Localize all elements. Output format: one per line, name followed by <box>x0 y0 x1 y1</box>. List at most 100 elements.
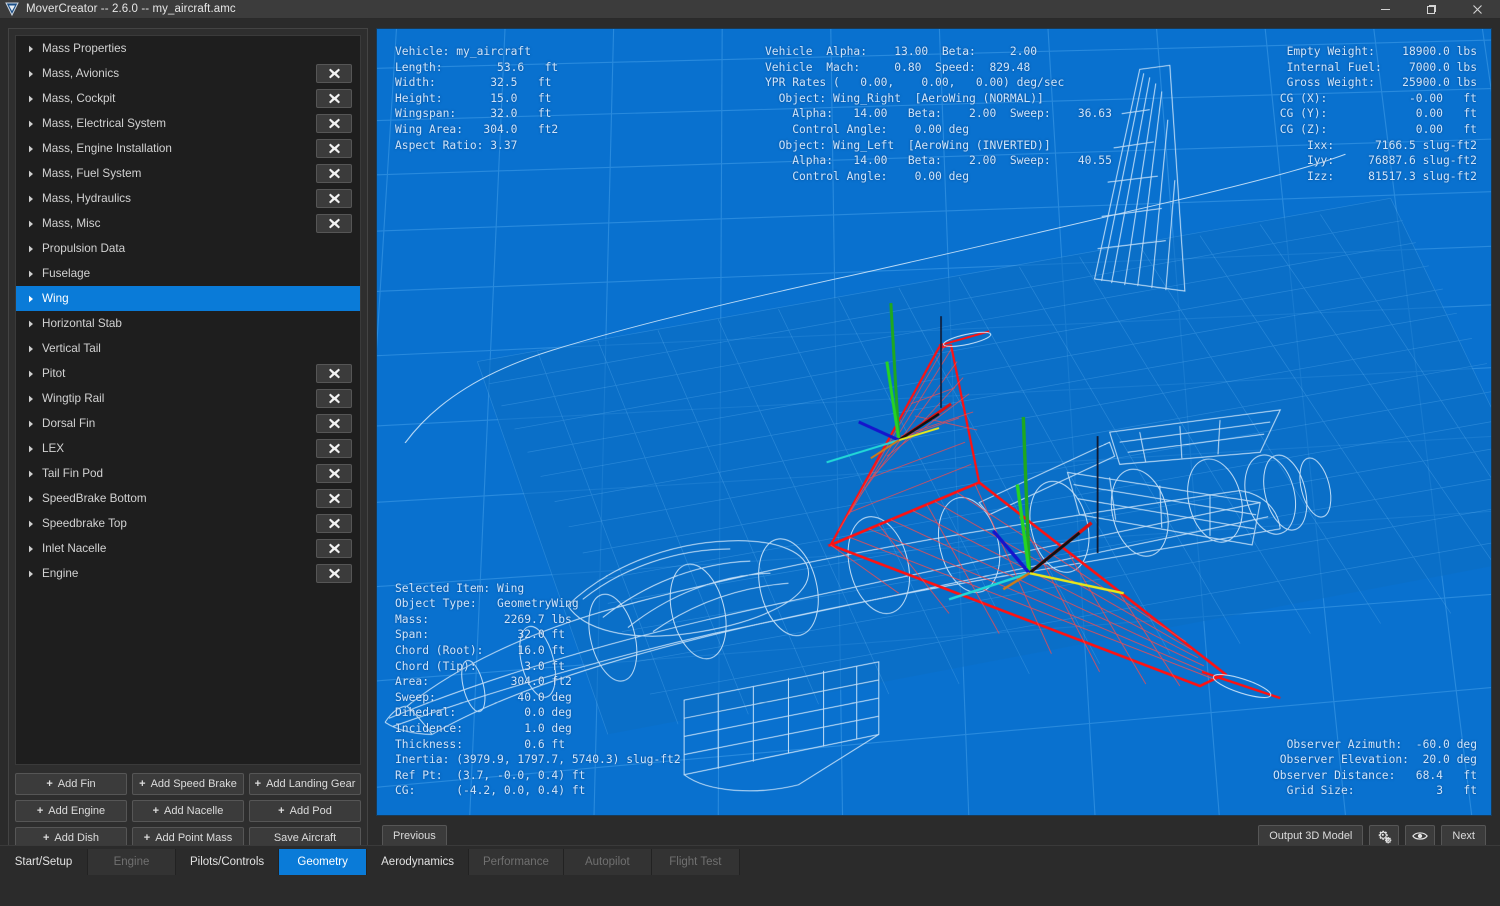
tab-start-setup[interactable]: Start/Setup <box>0 849 88 875</box>
tree-item-wing[interactable]: Wing <box>16 286 360 311</box>
chevron-right-icon[interactable] <box>26 342 40 356</box>
chevron-right-icon[interactable] <box>26 142 40 156</box>
component-tree[interactable]: Mass Properties Mass, Avionics Mass, Cockp… <box>15 35 361 765</box>
previous-button[interactable]: Previous <box>382 825 447 847</box>
tab-engine: Engine <box>88 849 176 875</box>
delete-x-icon[interactable] <box>316 214 352 233</box>
tab-pilots-controls[interactable]: Pilots/Controls <box>176 849 280 875</box>
chevron-right-icon[interactable] <box>26 67 40 81</box>
delete-x-icon[interactable] <box>316 539 352 558</box>
tree-item-lex[interactable]: LEX <box>16 436 360 461</box>
add-landing-gear-button[interactable]: + Add Landing Gear <box>249 773 361 795</box>
eye-icon[interactable] <box>1405 825 1436 847</box>
close-icon[interactable] <box>1454 0 1500 19</box>
tree-item-pitot[interactable]: Pitot <box>16 361 360 386</box>
tree-item-mass-properties[interactable]: Mass Properties <box>16 36 360 61</box>
delete-x-icon[interactable] <box>316 164 352 183</box>
delete-x-icon[interactable] <box>316 464 352 483</box>
tree-item-mass-hydraulics[interactable]: Mass, Hydraulics <box>16 186 360 211</box>
add-speed-brake-button[interactable]: + Add Speed Brake <box>132 773 244 795</box>
chevron-right-icon[interactable] <box>26 467 40 481</box>
tab-flight-test: Flight Test <box>651 849 740 875</box>
tree-item-engine[interactable]: Engine <box>16 561 360 586</box>
chevron-right-icon[interactable] <box>26 517 40 531</box>
tree-item-dorsal-fin[interactable]: Dorsal Fin <box>16 411 360 436</box>
delete-x-icon[interactable] <box>316 514 352 533</box>
tab-autopilot: Autopilot <box>563 849 652 875</box>
delete-x-icon[interactable] <box>316 439 352 458</box>
button-label: Add Point Mass <box>155 832 233 844</box>
chevron-right-icon[interactable] <box>26 492 40 506</box>
3d-viewport[interactable]: Vehicle: my_aircraft Length: 53.6 ft Wid… <box>376 28 1492 816</box>
tree-item-inlet-nacelle[interactable]: Inlet Nacelle <box>16 536 360 561</box>
tree-item-label: Pitot <box>42 367 66 380</box>
tree-item-label: LEX <box>42 442 65 455</box>
delete-x-icon[interactable] <box>316 364 352 383</box>
tree-item-speedbrake-bottom[interactable]: SpeedBrake Bottom <box>16 486 360 511</box>
delete-x-icon[interactable] <box>316 564 352 583</box>
chevron-right-icon[interactable] <box>26 567 40 581</box>
plus-icon: + <box>143 831 151 844</box>
chevron-right-icon[interactable] <box>26 217 40 231</box>
add-nacelle-button[interactable]: + Add Nacelle <box>132 800 244 822</box>
output-3d-model-button[interactable]: Output 3D Model <box>1258 825 1364 847</box>
chevron-right-icon[interactable] <box>26 167 40 181</box>
window-controls <box>1362 0 1500 19</box>
delete-x-icon[interactable] <box>316 64 352 83</box>
tree-item-wingtip-rail[interactable]: Wingtip Rail <box>16 386 360 411</box>
chevron-right-icon[interactable] <box>26 442 40 456</box>
tree-item-horizontal-stab[interactable]: Horizontal Stab <box>16 311 360 336</box>
delete-x-icon[interactable] <box>316 389 352 408</box>
chevron-right-icon[interactable] <box>26 317 40 331</box>
delete-x-icon[interactable] <box>316 489 352 508</box>
chevron-right-icon[interactable] <box>26 542 40 556</box>
tree-item-speedbrake-top[interactable]: Speedbrake Top <box>16 511 360 536</box>
delete-x-icon[interactable] <box>316 114 352 133</box>
tree-item-label: Engine <box>42 567 79 580</box>
add-engine-button[interactable]: + Add Engine <box>15 800 127 822</box>
window-titlebar: MoverCreator -- 2.6.0 -- my_aircraft.amc <box>0 0 1500 19</box>
chevron-right-icon[interactable] <box>26 92 40 106</box>
chevron-right-icon[interactable] <box>26 117 40 131</box>
tree-item-label: Horizontal Stab <box>42 317 122 330</box>
maximize-icon[interactable] <box>1408 0 1454 19</box>
add-pod-button[interactable]: + Add Pod <box>249 800 361 822</box>
tree-item-tail-fin-pod[interactable]: Tail Fin Pod <box>16 461 360 486</box>
plus-icon: + <box>42 831 50 844</box>
add-fin-button[interactable]: + Add Fin <box>15 773 127 795</box>
chevron-right-icon[interactable] <box>26 42 40 56</box>
chevron-right-icon[interactable] <box>26 392 40 406</box>
tree-item-label: Wingtip Rail <box>42 392 105 405</box>
chevron-right-icon[interactable] <box>26 417 40 431</box>
tree-item-mass-engine-installation[interactable]: Mass, Engine Installation <box>16 136 360 161</box>
tree-item-mass-electrical-system[interactable]: Mass, Electrical System <box>16 111 360 136</box>
delete-x-icon[interactable] <box>316 189 352 208</box>
chevron-right-icon[interactable] <box>26 192 40 206</box>
tab-geometry[interactable]: Geometry <box>279 849 368 875</box>
chevron-right-icon[interactable] <box>26 242 40 256</box>
component-tree-panel: Mass Properties Mass, Avionics Mass, Cockp… <box>8 28 368 856</box>
chevron-right-icon[interactable] <box>26 367 40 381</box>
tree-item-mass-cockpit[interactable]: Mass, Cockpit <box>16 86 360 111</box>
chevron-right-icon[interactable] <box>26 267 40 281</box>
tree-item-mass-misc[interactable]: Mass, Misc <box>16 211 360 236</box>
delete-x-icon[interactable] <box>316 414 352 433</box>
minimize-icon[interactable] <box>1362 0 1408 19</box>
button-label: Add Engine <box>48 805 106 817</box>
tree-item-vertical-tail[interactable]: Vertical Tail <box>16 336 360 361</box>
tab-aerodynamics[interactable]: Aerodynamics <box>367 849 470 875</box>
tree-item-mass-fuel-system[interactable]: Mass, Fuel System <box>16 161 360 186</box>
button-label: Add Pod <box>289 805 332 817</box>
delete-x-icon[interactable] <box>316 89 352 108</box>
delete-x-icon[interactable] <box>316 139 352 158</box>
tree-item-mass-avionics[interactable]: Mass, Avionics <box>16 61 360 86</box>
gears-icon[interactable] <box>1369 825 1400 847</box>
tree-item-label: Wing <box>42 292 69 305</box>
next-button[interactable]: Next <box>1441 825 1486 847</box>
chevron-right-icon[interactable] <box>26 292 40 306</box>
hud-mass-properties: Empty Weight: 18900.0 lbs Internal Fuel:… <box>1279 45 1477 183</box>
tree-item-label: Mass, Engine Installation <box>42 142 172 155</box>
tree-item-propulsion-data[interactable]: Propulsion Data <box>16 236 360 261</box>
button-label: Add Dish <box>54 832 100 844</box>
tree-item-fuselage[interactable]: Fuselage <box>16 261 360 286</box>
